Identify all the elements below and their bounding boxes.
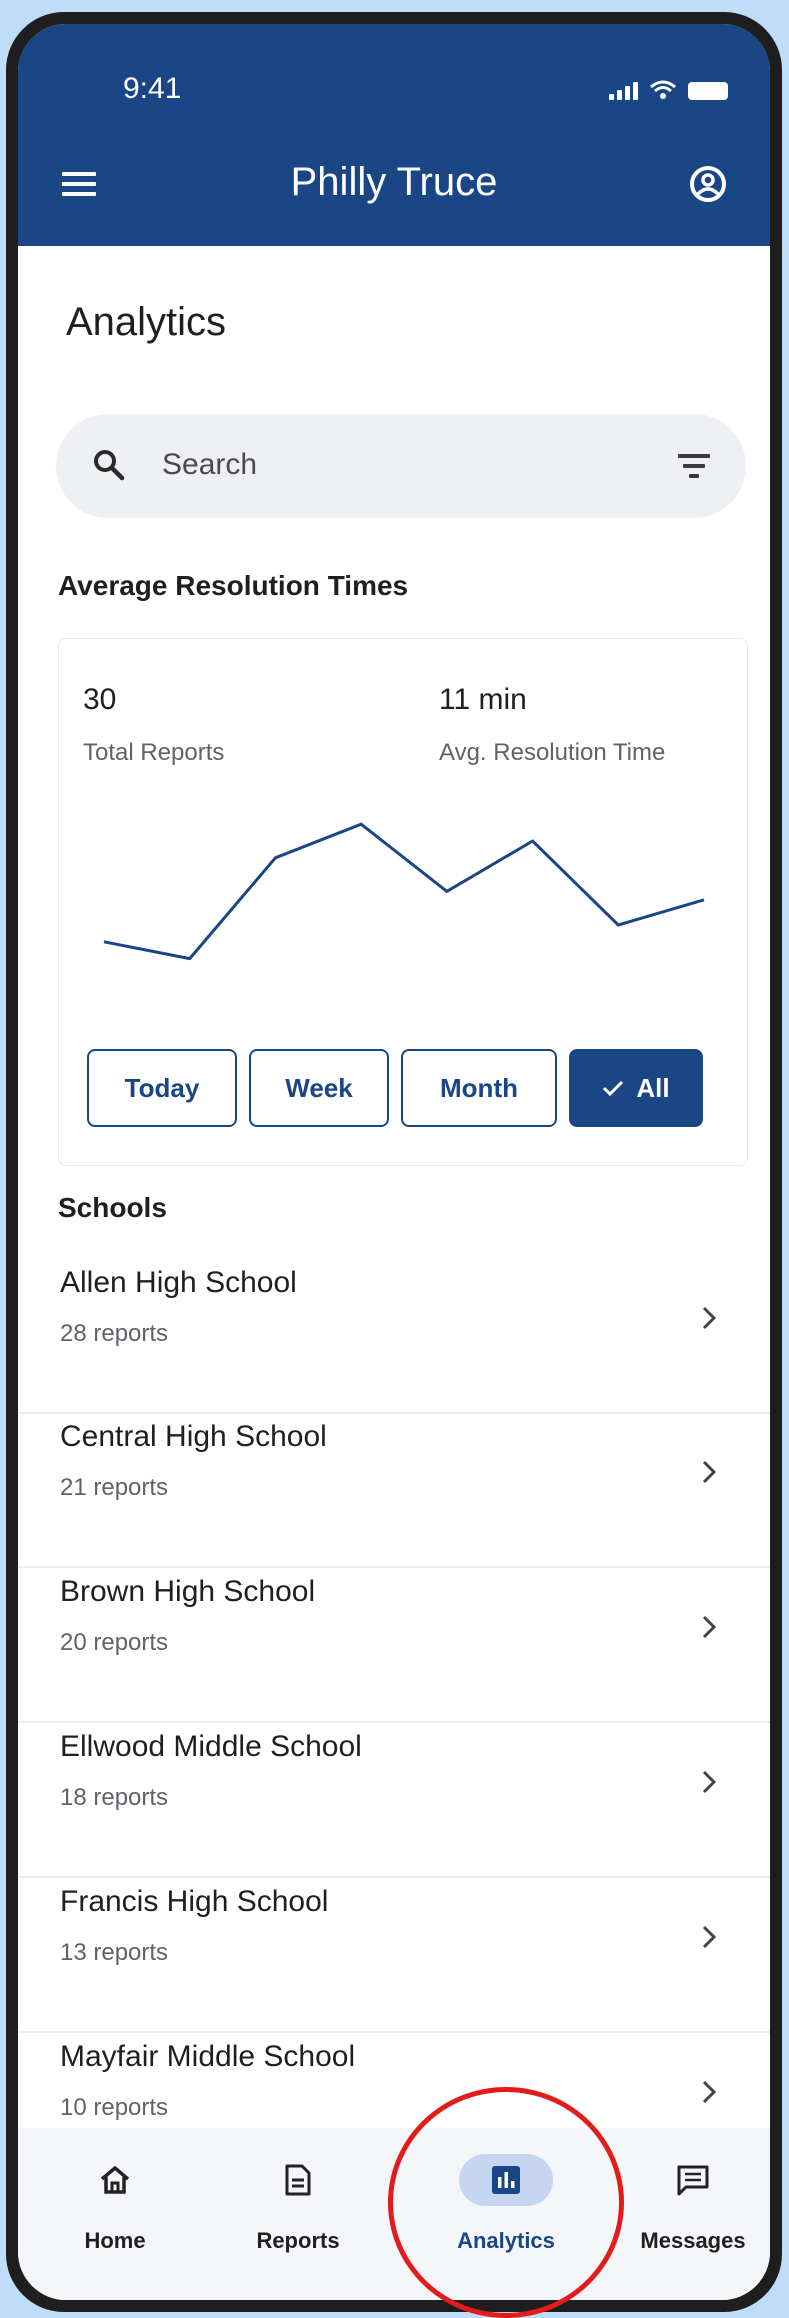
chevron-right-icon [702,1460,717,1484]
page-title: Analytics [66,300,227,344]
nav-analytics-label: Analytics [457,2228,555,2253]
nav-reports-label: Reports [256,2228,340,2253]
nav-analytics[interactable]: Analytics [421,2128,591,2300]
school-name: Central High School [60,1420,327,1453]
app-bar: 9:41 Philly Truce [18,24,770,246]
chevron-right-icon [702,1615,717,1639]
nav-reports[interactable]: Reports [213,2128,383,2300]
school-report-count: 13 reports [60,1939,169,1966]
school-report-count: 10 reports [60,2094,169,2121]
screen: 9:41 Philly Truce Analytics Search Avera… [18,24,770,2300]
nav-home-label: Home [84,2228,146,2253]
chevron-right-icon [702,2080,717,2104]
status-icons [609,80,728,100]
school-report-count: 20 reports [60,1629,169,1656]
document-icon [285,2164,311,2196]
chevron-right-icon [702,1306,717,1330]
battery-icon [688,82,728,100]
avg-time-label: Avg. Resolution Time [439,739,666,766]
check-icon [603,1080,624,1097]
app-title: Philly Truce [290,160,498,204]
filter-icon[interactable] [678,454,710,484]
school-row[interactable]: Brown High School 20 reports [18,1569,770,1723]
search-bar[interactable] [56,414,746,518]
nav-analytics-indicator [459,2154,553,2206]
school-name: Mayfair Middle School [60,2040,356,2073]
series-line [103,822,705,961]
nav-home[interactable]: Home [30,2128,200,2300]
range-month-button[interactable]: Month [401,1049,557,1127]
chat-icon [677,2165,709,2196]
signal-icon [609,82,638,100]
bar-chart-icon [492,2166,520,2194]
school-name: Francis High School [60,1885,329,1918]
school-name: Allen High School [60,1266,297,1299]
total-reports-value: 30 [83,683,117,716]
resolution-line-chart [103,822,705,961]
bottom-nav: Home Reports Analytics Messages [18,2128,770,2300]
nav-messages[interactable]: Messages [608,2128,770,2300]
total-reports-label: Total Reports [83,739,225,766]
status-time: 9:41 [123,72,182,105]
range-all-label: All [636,1072,670,1103]
school-row[interactable]: Francis High School 13 reports [18,1879,770,2033]
range-all-button[interactable]: All [569,1049,703,1127]
school-report-count: 28 reports [60,1320,169,1347]
avg-time-value: 11 min [439,683,527,716]
school-name: Brown High School [60,1575,316,1608]
school-row[interactable]: Central High School 21 reports [18,1414,770,1568]
school-report-count: 18 reports [60,1784,169,1811]
search-icon [94,450,125,481]
resolution-card: 30 Total Reports 11 min Avg. Resolution … [58,638,748,1166]
home-icon [100,2166,130,2194]
school-name: Ellwood Middle School [60,1730,362,1763]
search-input[interactable] [162,448,582,482]
school-row[interactable]: Allen High School 28 reports [18,1260,770,1414]
account-circle-icon[interactable] [688,164,728,204]
nav-reports-indicator [251,2154,345,2206]
nav-messages-indicator [646,2154,740,2206]
school-row[interactable]: Ellwood Middle School 18 reports [18,1724,770,1878]
range-today-button[interactable]: Today [87,1049,237,1127]
resolution-section-title: Average Resolution Times [58,570,409,601]
chevron-right-icon [702,1770,717,1794]
range-week-button[interactable]: Week [249,1049,389,1127]
school-report-count: 21 reports [60,1474,169,1501]
nav-messages-label: Messages [640,2228,746,2253]
wifi-icon [650,80,676,99]
schools-section-title: Schools [58,1192,167,1223]
chevron-right-icon [702,1925,717,1949]
phone-frame: 9:41 Philly Truce Analytics Search Avera… [6,12,782,2312]
nav-home-indicator [68,2154,162,2206]
